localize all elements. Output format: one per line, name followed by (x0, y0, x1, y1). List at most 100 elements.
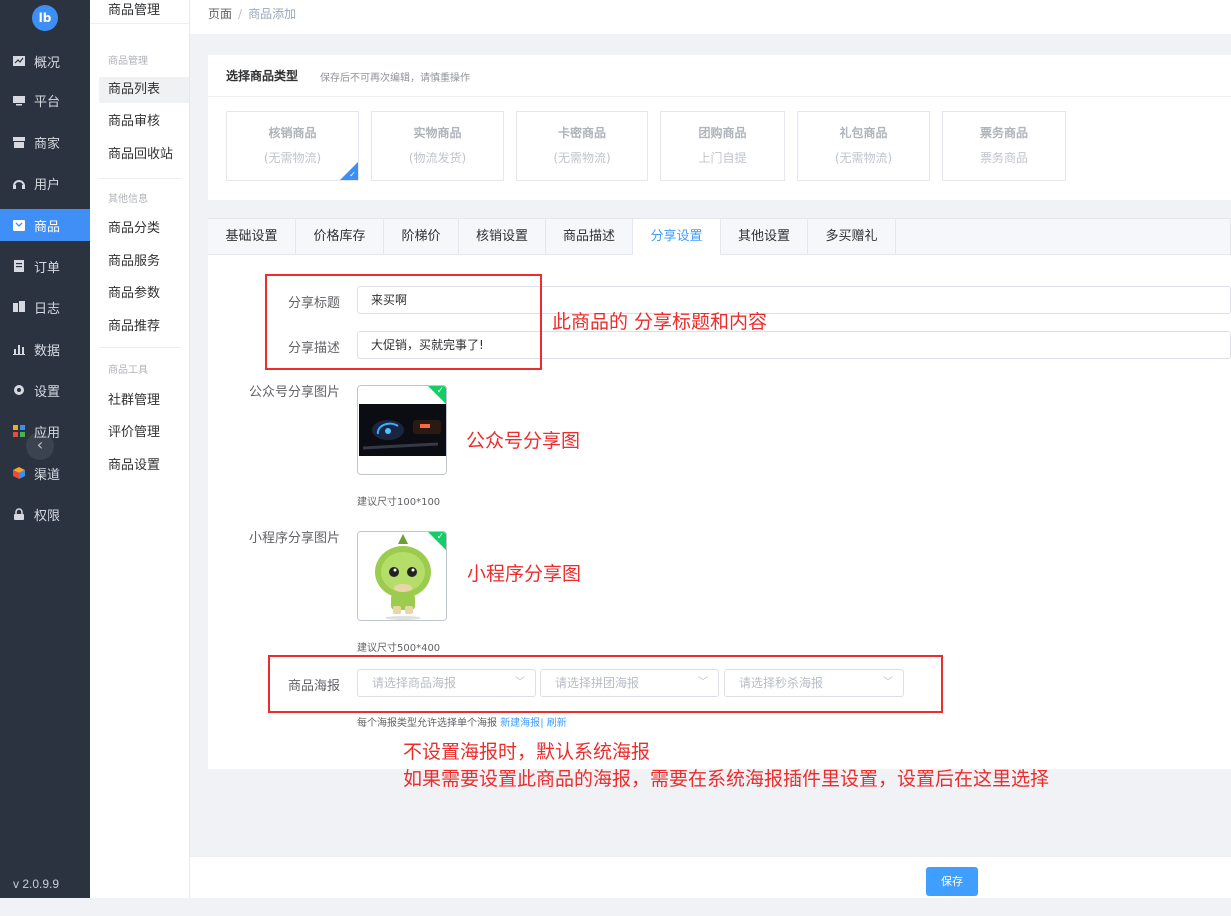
mp-image-size-hint: 建议尺寸100*100 (357, 497, 441, 508)
tab-share[interactable]: 分享设置 (633, 219, 721, 256)
app-version: v 2.0.9.9 (13, 877, 60, 891)
goods-type-card: 选择商品类型 保存后不可再次编辑，请慎重操作 核销商品 (无需物流) ✓ 实物商… (208, 55, 1231, 200)
annotation-poster-line2: 如果需要设置此商品的海报，需要在系统海报插件里设置，设置后在这里选择 (403, 768, 1050, 790)
check-icon: ✓ (436, 532, 444, 542)
goods-type-desc: 上门自提 (698, 151, 747, 165)
nav-label: 设置 (34, 384, 61, 400)
submenu-group-label: 其他信息 (108, 194, 148, 205)
refresh-link[interactable]: 刷新 (547, 718, 567, 729)
store-icon (13, 136, 25, 148)
tab-description[interactable]: 商品描述 (546, 219, 633, 255)
submenu-item-community[interactable]: 社群管理 (99, 388, 189, 414)
submenu-item-goods-audit[interactable]: 商品审核 (99, 109, 189, 135)
submenu-divider (99, 347, 181, 348)
goods-type-name: 卡密商品 (557, 126, 606, 140)
chart-icon (13, 343, 25, 355)
tab-other[interactable]: 其他设置 (721, 219, 808, 255)
nav-item-overview[interactable]: 概况 (0, 45, 90, 77)
new-poster-link[interactable]: 新建海报 (500, 718, 540, 729)
submenu-item-recycle-bin[interactable]: 商品回收站 (99, 142, 189, 168)
submenu-item-category[interactable]: 商品分类 (99, 216, 189, 242)
nav-item-order[interactable]: 订单 (0, 250, 90, 282)
collapse-sidebar-button[interactable]: ‹ (26, 432, 54, 460)
footer-bar: 保存 (190, 856, 1231, 898)
submenu-item-params[interactable]: 商品参数 (99, 281, 189, 307)
goods-type-option-verify[interactable]: 核销商品 (无需物流) ✓ (226, 111, 359, 181)
gear-icon (13, 384, 25, 396)
goods-type-option-card[interactable]: 卡密商品 (无需物流) (516, 111, 648, 181)
annotation-mp-text: 公众号分享图 (466, 430, 581, 452)
annotation-poster-line1: 不设置海报时，默认系统海报 (403, 741, 651, 763)
submenu-group-label: 商品管理 (108, 56, 148, 67)
nav-label: 平台 (34, 94, 61, 110)
goods-type-hint: 保存后不可再次编辑，请慎重操作 (320, 73, 470, 84)
goods-type-option-group[interactable]: 团购商品 上门自提 (660, 111, 785, 181)
nav-item-settings[interactable]: 设置 (0, 374, 90, 406)
submenu-item-goods-settings[interactable]: 商品设置 (99, 453, 189, 479)
nav-item-platform[interactable]: 平台 (0, 84, 90, 116)
submenu-title: 商品管理 (90, 0, 190, 24)
nav-item-goods[interactable]: 商品 (0, 209, 90, 241)
nav-item-channel[interactable]: 渠道 (0, 457, 90, 489)
cube-icon (13, 467, 25, 479)
submenu-item-service[interactable]: 商品服务 (99, 249, 189, 275)
monitor-icon (13, 94, 25, 106)
goods-type-title-text: 选择商品类型 (226, 69, 299, 83)
goods-type-option-physical[interactable]: 实物商品 (物流发货) (371, 111, 504, 181)
chevron-left-icon: ‹ (36, 435, 44, 454)
tab-basic[interactable]: 基础设置 (208, 219, 296, 255)
nav-label: 日志 (34, 301, 61, 317)
save-button[interactable]: 保存 (926, 867, 978, 896)
breadcrumb-root[interactable]: 页面 (208, 7, 232, 21)
goods-type-option-ticket[interactable]: 票务商品 票务商品 (942, 111, 1066, 181)
app-logo: lb (32, 5, 58, 31)
breadcrumb-separator: / (238, 7, 243, 21)
goods-type-desc: (无需物流) (834, 151, 893, 165)
poster-hint: 每个海报类型允许选择单个海报 新建海报| 刷新 (357, 714, 567, 729)
nav-item-merchant[interactable]: 商家 (0, 126, 90, 158)
goods-type-desc: (无需物流) (263, 151, 322, 165)
goods-type-desc: (无需物流) (553, 151, 611, 165)
goods-type-option-gift[interactable]: 礼包商品 (无需物流) (797, 111, 930, 181)
overview-icon (13, 55, 25, 67)
submenu-item-goods-list[interactable]: 商品列表 (99, 77, 189, 103)
order-icon (13, 260, 25, 272)
poster-hint-text: 每个海报类型允许选择单个海报 (357, 718, 497, 729)
goods-type-name: 票务商品 (979, 126, 1028, 140)
mini-image-label: 小程序分享图片 (248, 531, 340, 546)
tab-buy-more-gift[interactable]: 多买赠礼 (808, 219, 896, 255)
mp-share-image[interactable]: ✓ (357, 385, 447, 475)
goods-type-name: 实物商品 (413, 126, 462, 140)
top-bar: 页面 / 商品添加 (190, 0, 1231, 34)
log-icon (13, 301, 25, 313)
headset-icon (13, 177, 25, 189)
nav-label: 渠道 (34, 467, 61, 483)
tab-verify[interactable]: 核销设置 (459, 219, 546, 255)
tab-price-stock[interactable]: 价格库存 (296, 219, 384, 255)
goods-type-name: 核销商品 (268, 126, 317, 140)
nav-item-user[interactable]: 用户 (0, 167, 90, 199)
bottom-strip (0, 898, 1231, 916)
goods-type-desc: 票务商品 (979, 151, 1028, 165)
breadcrumb-current: 商品添加 (248, 7, 297, 21)
submenu-item-review[interactable]: 评价管理 (99, 420, 189, 446)
tab-tier-price[interactable]: 阶梯价 (384, 219, 459, 255)
breadcrumb: 页面 / 商品添加 (208, 5, 296, 22)
goods-icon (13, 219, 25, 231)
main-sidebar: lb 概况 平台 商家 用户 商品 订单 日志 数据 设置 应用 渠道 权限 ‹… (0, 0, 90, 898)
settings-tabs: 基础设置 价格库存 阶梯价 核销设置 商品描述 分享设置 其他设置 多买赠礼 (208, 218, 1231, 256)
nav-item-permission[interactable]: 权限 (0, 498, 90, 530)
nav-label: 权限 (34, 508, 61, 524)
card-divider (208, 96, 1231, 97)
annotation-box-share (265, 274, 542, 370)
submenu-item-recommend[interactable]: 商品推荐 (99, 314, 189, 340)
nav-label: 用户 (34, 177, 61, 193)
mp-image-label: 公众号分享图片 (248, 385, 340, 400)
app-root: lb 概况 平台 商家 用户 商品 订单 日志 数据 设置 应用 渠道 权限 ‹… (0, 0, 1231, 916)
goods-type-name: 团购商品 (698, 126, 747, 140)
sub-sidebar: 商品管理 商品管理 商品列表 商品审核 商品回收站 其他信息 商品分类 商品服务… (90, 0, 190, 898)
nav-item-data[interactable]: 数据 (0, 333, 90, 365)
mini-share-image[interactable]: ✓ (357, 531, 447, 621)
nav-label: 概况 (34, 55, 61, 71)
nav-item-log[interactable]: 日志 (0, 291, 90, 323)
